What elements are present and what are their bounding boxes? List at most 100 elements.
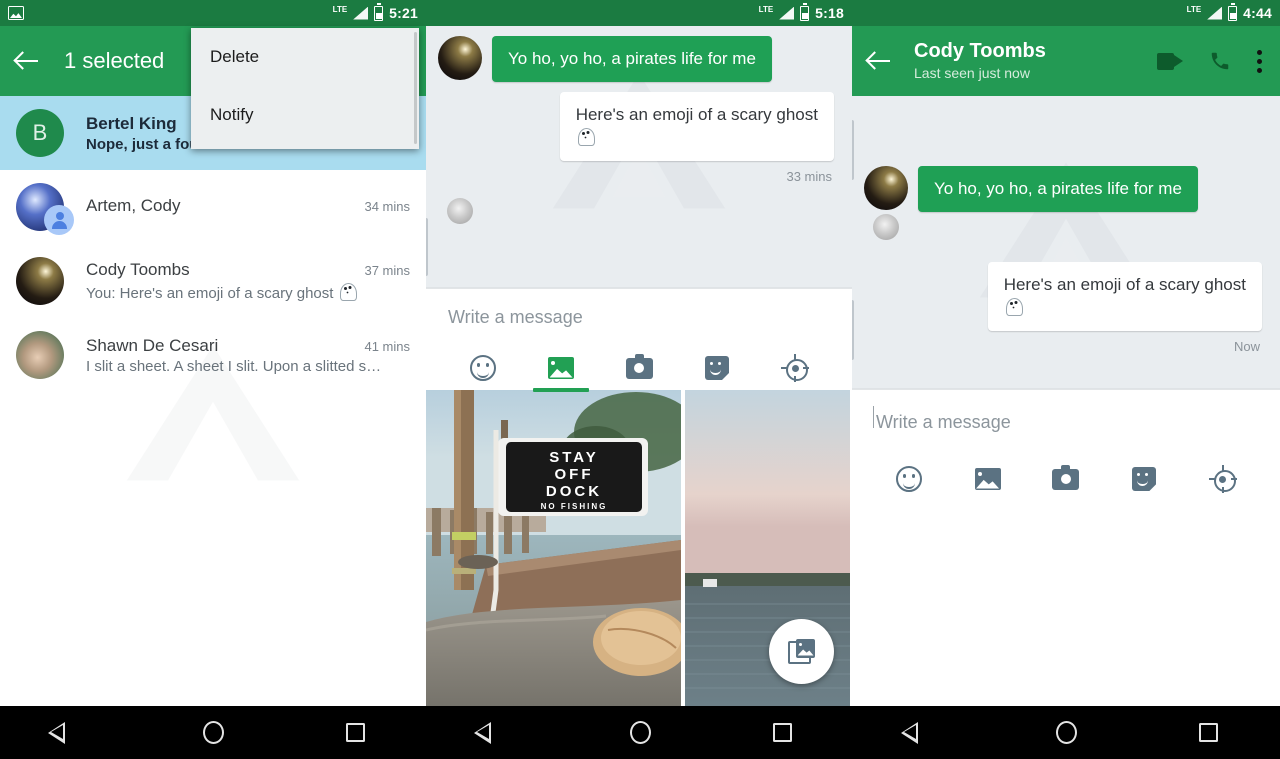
message-bubble[interactable]: Yo ho, yo ho, a pirates life for me — [492, 36, 772, 83]
message-bubble[interactable]: Yo ho, yo ho, a pirates life for me — [918, 166, 1198, 213]
message-row-delivery-avatar — [852, 212, 1280, 241]
emoji-icon — [470, 355, 496, 381]
panel-conversation-list: LTE 5:21 1 selected B Bertel King Nope, … — [0, 0, 426, 706]
tab-gallery[interactable] — [960, 457, 1016, 501]
composer-right: Write a message — [852, 389, 1280, 517]
gallery-strip: STAY OFF DOCK NO FISHING — [426, 390, 852, 706]
back-nav-icon[interactable] — [900, 716, 947, 750]
battery-icon — [374, 2, 384, 21]
menu-item-notify[interactable]: Notify — [191, 86, 419, 144]
gallery-photo-dock[interactable]: STAY OFF DOCK NO FISHING — [426, 390, 681, 706]
conversation-item-shawn-de-cesari[interactable]: Shawn De Cesari 41 mins I slit a sheet. … — [0, 318, 426, 392]
conversation-time: 41 mins — [364, 338, 410, 354]
tab-location[interactable] — [1195, 457, 1251, 501]
message-input-right[interactable]: Write a message — [852, 390, 1280, 455]
nav-group-left — [0, 706, 427, 759]
conversation-item-cody-toombs[interactable]: Cody Toombs 37 mins You: Here's an emoji… — [0, 244, 426, 318]
message-row-delivery-avatar — [426, 184, 852, 225]
ghost-emoji-icon — [576, 127, 596, 147]
nav-group-right — [853, 706, 1280, 759]
battery-icon — [1228, 2, 1238, 21]
network-type-label: LTE — [332, 5, 348, 14]
signal-icon — [353, 7, 368, 20]
message-row-outgoing: Here's an emoji of a scary ghost — [426, 82, 852, 162]
message-row-incoming: Yo ho, yo ho, a pirates life for me — [852, 156, 1280, 213]
home-nav-icon[interactable] — [1044, 716, 1090, 750]
message-avatar — [864, 166, 908, 210]
emoji-icon — [896, 466, 923, 492]
chat-scrollbar-right-2[interactable] — [852, 300, 854, 360]
message-bubble[interactable]: Here's an emoji of a scary ghost — [559, 92, 834, 162]
composer-mid: Write a message — [426, 288, 852, 392]
screenshot-stage: LTE 5:21 1 selected B Bertel King Nope, … — [0, 0, 1280, 759]
tab-camera[interactable] — [611, 346, 667, 390]
tab-location[interactable] — [767, 346, 823, 390]
status-bar-right: LTE 4:44 — [852, 0, 1280, 26]
gallery-photo-lake[interactable] — [685, 390, 850, 706]
attachment-tabs-mid — [426, 344, 852, 392]
back-arrow-icon[interactable] — [866, 48, 892, 74]
conversation-time: 37 mins — [364, 263, 410, 278]
attachment-tabs-right — [852, 455, 1280, 517]
panel-chat-gallery: LTE 5:18 Yo ho, yo ho, a pirates life fo… — [426, 0, 852, 706]
tab-gallery[interactable] — [533, 346, 589, 392]
conversation-name: Shawn De Cesari — [86, 335, 219, 355]
sticker-icon — [705, 356, 730, 381]
tab-emoji[interactable] — [881, 457, 937, 501]
dock-photo-art: STAY OFF DOCK NO FISHING — [426, 390, 681, 706]
signal-icon — [779, 7, 794, 20]
android-navigation-bar — [0, 706, 1280, 759]
recents-nav-icon[interactable] — [759, 716, 805, 750]
conversation-name: Cody Toombs — [86, 260, 190, 279]
sticker-icon — [1132, 467, 1158, 492]
tab-sticker[interactable] — [689, 346, 745, 390]
contact-presence: Last seen just now — [914, 64, 1030, 81]
chat-scrollbar-mid[interactable] — [426, 218, 428, 276]
message-input-mid[interactable]: Write a message — [426, 289, 852, 344]
conversation-snippet: You: Here's an emoji of a scary ghost — [86, 282, 410, 302]
conversation-toolbar: Cody Toombs Last seen just now — [852, 26, 1280, 96]
active-tab-underline — [533, 388, 589, 392]
message-bubble[interactable]: Here's an emoji of a scary ghost — [987, 262, 1262, 332]
tab-camera[interactable] — [1038, 457, 1094, 501]
avatar-wrap — [16, 331, 64, 379]
svg-text:STAY: STAY — [549, 449, 599, 466]
overflow-menu-icon[interactable] — [1257, 49, 1262, 73]
menu-item-delete[interactable]: Delete — [191, 28, 419, 86]
recents-nav-icon[interactable] — [333, 716, 379, 750]
svg-text:OFF: OFF — [555, 466, 594, 483]
panel-conversation-detail: LTE 4:44 Cody Toombs Last seen just now — [852, 0, 1280, 706]
delivery-avatar — [447, 198, 473, 225]
conversation-texts: Shawn De Cesari 41 mins I slit a sheet. … — [86, 336, 410, 375]
chat-scrollbar-right[interactable] — [852, 120, 854, 180]
conversation-list: B Bertel King Nope, just a fourth one. A… — [0, 96, 426, 706]
network-type-label: LTE — [758, 5, 774, 14]
ghost-emoji-icon — [1004, 297, 1024, 317]
home-nav-icon[interactable] — [617, 716, 663, 750]
conversation-texts: Cody Toombs 37 mins You: Here's an emoji… — [86, 260, 410, 302]
phone-icon[interactable] — [1209, 50, 1231, 72]
image-icon — [974, 468, 1001, 490]
overflow-popup-menu[interactable]: Delete Notify — [191, 28, 419, 149]
toolbar-texts: Cody Toombs Last seen just now — [914, 40, 1157, 82]
chat-thread-mid: Yo ho, yo ho, a pirates life for me Here… — [426, 26, 852, 287]
popup-scrollbar[interactable] — [414, 32, 417, 144]
back-nav-icon[interactable] — [474, 716, 521, 750]
home-nav-icon[interactable] — [190, 716, 236, 750]
avatar-wrap — [16, 257, 64, 305]
chat-thread-right: Yo ho, yo ho, a pirates life for me Here… — [852, 96, 1280, 388]
recents-nav-icon[interactable] — [1186, 716, 1232, 750]
back-nav-icon[interactable] — [47, 716, 94, 750]
conversation-item-artem-cody[interactable]: Artem, Cody 34 mins — [0, 170, 426, 244]
status-time-mid: 5:18 — [815, 5, 844, 21]
message-row-incoming: Yo ho, yo ho, a pirates life for me — [426, 26, 852, 83]
toolbar-actions — [1157, 49, 1266, 73]
selection-count-label: 1 selected — [64, 48, 165, 73]
tab-emoji[interactable] — [455, 346, 511, 390]
tab-sticker[interactable] — [1116, 457, 1172, 501]
svg-text:NO FISHING: NO FISHING — [541, 502, 608, 511]
video-call-icon[interactable] — [1157, 52, 1183, 70]
back-arrow-icon[interactable] — [14, 48, 40, 74]
camera-icon — [1052, 464, 1080, 490]
open-gallery-fab[interactable] — [769, 619, 834, 684]
